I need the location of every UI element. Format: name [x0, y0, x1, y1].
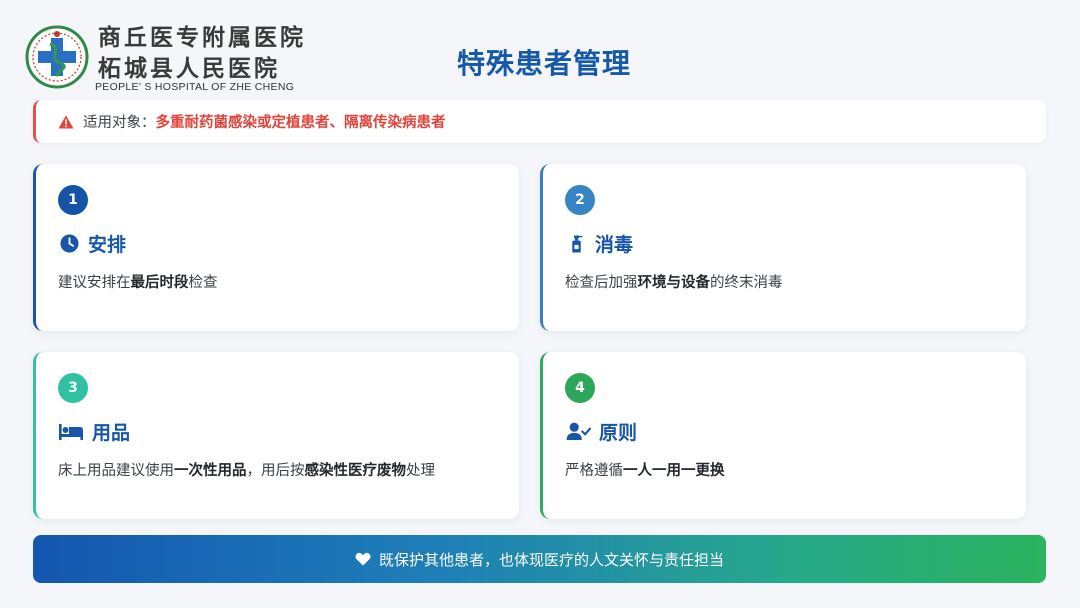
desc-text: 严格遵循 — [565, 463, 623, 479]
desc-highlight: 最后时段 — [130, 275, 189, 291]
card-supplies: 3 用品 床上用品建议使用一次性用品，用后按感染性医疗废物处理 — [33, 352, 519, 519]
card-number: 4 — [565, 373, 595, 403]
bed-icon — [58, 421, 84, 443]
desc-text: 的终末消毒 — [710, 275, 783, 291]
alert-value: 多重耐药菌感染或定植患者、隔离传染病患者 — [155, 115, 446, 131]
card-disinfection: 2 消毒 检查后加强环境与设备的终末消毒 — [540, 164, 1026, 331]
card-description: 床上用品建议使用一次性用品，用后按感染性医疗废物处理 — [58, 459, 435, 480]
card-title: 安排 — [88, 234, 127, 256]
spray-bottle-icon — [565, 233, 587, 255]
desc-text: 处理 — [406, 463, 435, 479]
desc-text: 床上用品建议使用 — [58, 463, 174, 479]
desc-highlight: 一人一用一更换 — [623, 463, 725, 479]
logo-english-name: PEOPLE' S HOSPITAL OF ZHE CHENG — [95, 81, 295, 93]
desc-highlight: 感染性医疗废物 — [304, 463, 407, 479]
desc-text: 检查 — [188, 275, 218, 291]
desc-text: ，用后按 — [246, 463, 305, 479]
card-number: 3 — [58, 373, 88, 403]
card-description: 建议安排在最后时段检查 — [58, 271, 218, 292]
card-header: 原则 — [565, 418, 637, 445]
desc-highlight: 一次性用品 — [174, 463, 247, 479]
card-number: 2 — [565, 185, 595, 215]
card-arrangement: 1 安排 建议安排在最后时段检查 — [33, 164, 519, 331]
card-header: 安排 — [58, 230, 126, 257]
scope-alert: 适用对象： 多重耐药菌感染或定植患者、隔离传染病患者 — [33, 100, 1046, 143]
card-title: 原则 — [599, 422, 638, 444]
card-number: 1 — [58, 185, 88, 215]
card-description: 检查后加强环境与设备的终末消毒 — [565, 271, 783, 292]
warning-triangle-icon — [58, 115, 74, 129]
heart-icon — [355, 552, 371, 566]
banner-text: 既保护其他患者，也体现医疗的人文关怀与责任担当 — [378, 550, 724, 569]
card-header: 用品 — [58, 418, 130, 445]
user-check-icon — [565, 421, 591, 443]
desc-text: 建议安排在 — [58, 275, 131, 291]
card-title: 消毒 — [595, 234, 634, 256]
footer-banner: 既保护其他患者，也体现医疗的人文关怀与责任担当 — [33, 535, 1046, 583]
desc-text: 检查后加强 — [565, 275, 638, 291]
card-principle: 4 原则 严格遵循一人一用一更换 — [540, 352, 1026, 519]
card-header: 消毒 — [565, 230, 633, 257]
clock-icon — [58, 233, 80, 255]
alert-label: 适用对象： — [83, 115, 156, 131]
card-description: 严格遵循一人一用一更换 — [565, 459, 725, 480]
page-title: 特殊患者管理 — [456, 47, 631, 80]
desc-highlight: 环境与设备 — [637, 275, 711, 291]
card-title: 用品 — [92, 422, 131, 444]
